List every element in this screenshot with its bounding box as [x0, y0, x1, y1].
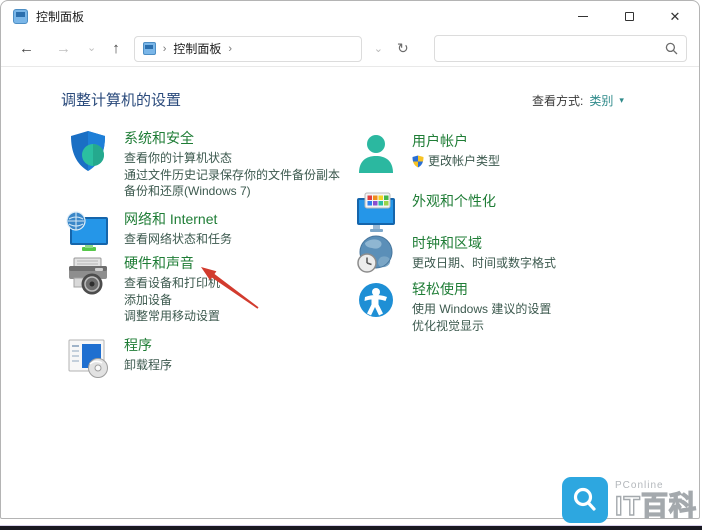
breadcrumb-control-panel-icon — [143, 42, 156, 55]
category-programs: 程序 卸载程序 — [65, 335, 172, 381]
titlebar[interactable]: 控制面板 ✕ — [1, 1, 699, 31]
user-icon[interactable] — [353, 131, 399, 177]
maximize-icon — [625, 12, 634, 21]
back-button[interactable]: ← — [19, 41, 34, 56]
breadcrumb-chevron-icon: › — [163, 43, 167, 55]
search-icon — [665, 42, 678, 55]
category-ease-of-access: 轻松使用 使用 Windows 建议的设置 优化视觉显示 — [353, 279, 551, 334]
breadcrumb[interactable]: › 控制面板 › — [134, 36, 362, 62]
toolbar-separator — [1, 66, 699, 67]
watermark-name: IT百科 — [615, 493, 697, 520]
minimize-button[interactable] — [560, 1, 606, 31]
category-title-user-accounts[interactable]: 用户帐户 — [412, 132, 500, 150]
window-title: 控制面板 — [36, 8, 84, 25]
maximize-button[interactable] — [606, 1, 652, 31]
recent-pages-dropdown-icon[interactable]: ⌄ — [87, 43, 96, 54]
control-panel-icon — [13, 9, 28, 24]
watermark-brand: PConline — [615, 481, 697, 491]
search-box[interactable] — [434, 35, 687, 62]
link-backup-restore-win7[interactable]: 备份和还原(Windows 7) — [124, 183, 340, 200]
link-change-account-type-label: 更改帐户类型 — [428, 153, 500, 170]
view-by-control: 查看方式: 类别 ▾ — [532, 92, 624, 109]
link-windows-suggested-settings[interactable]: 使用 Windows 建议的设置 — [412, 301, 551, 318]
forward-button[interactable]: → — [56, 41, 71, 56]
programs-icon[interactable] — [65, 335, 111, 381]
red-arrow-annotation — [198, 264, 266, 314]
security-shield-icon[interactable] — [65, 128, 111, 174]
category-appearance: 外观和个性化 — [353, 191, 496, 237]
category-title-clock-region[interactable]: 时钟和区域 — [412, 234, 556, 252]
screenshot-root: 控制面板 ✕ ← → ⌄ ↑ › 控制面板 › ⌄ ↻ — [0, 0, 702, 530]
link-view-network-status[interactable]: 查看网络状态和任务 — [124, 231, 232, 248]
category-system-security: 系统和安全 查看你的计算机状态 通过文件历史记录保存你的文件备份副本 备份和还原… — [65, 128, 340, 200]
control-panel-window: 控制面板 ✕ ← → ⌄ ↑ › 控制面板 › ⌄ ↻ — [0, 0, 700, 519]
personalization-icon[interactable] — [353, 191, 399, 237]
link-optimize-visual-display[interactable]: 优化视觉显示 — [412, 318, 551, 335]
address-history-dropdown-icon[interactable]: ⌄ — [374, 42, 383, 55]
link-change-account-type[interactable]: 更改帐户类型 — [412, 153, 500, 170]
up-button[interactable]: ↑ — [112, 41, 120, 56]
category-title-appearance[interactable]: 外观和个性化 — [412, 192, 496, 210]
category-title-programs[interactable]: 程序 — [124, 336, 172, 354]
clock-globe-icon[interactable] — [353, 233, 399, 279]
category-title-network-internet[interactable]: 网络和 Internet — [124, 210, 232, 228]
category-user-accounts: 用户帐户 更改帐户类型 — [353, 131, 500, 177]
category-network-internet: 网络和 Internet 查看网络状态和任务 — [65, 209, 232, 255]
category-title-system-security[interactable]: 系统和安全 — [124, 129, 340, 147]
view-by-label: 查看方式: — [532, 92, 583, 109]
printer-sound-icon[interactable] — [65, 253, 111, 299]
close-button[interactable]: ✕ — [652, 1, 698, 31]
category-hardware-sound: 硬件和声音 查看设备和打印机 添加设备 调整常用移动设置 — [65, 253, 220, 325]
category-title-ease-of-access[interactable]: 轻松使用 — [412, 280, 551, 298]
watermark: PConline IT百科 — [562, 477, 697, 523]
refresh-icon[interactable]: ↻ — [397, 40, 409, 57]
link-change-date-time-format[interactable]: 更改日期、时间或数字格式 — [412, 255, 556, 272]
uac-shield-icon — [412, 155, 424, 168]
accessibility-icon[interactable] — [353, 279, 399, 325]
search-input[interactable] — [435, 42, 665, 56]
link-view-computer-status[interactable]: 查看你的计算机状态 — [124, 150, 340, 167]
breadcrumb-item-control-panel[interactable]: 控制面板 — [173, 40, 221, 57]
watermark-magnifier-icon — [562, 477, 608, 523]
navigation-toolbar: ← → ⌄ ↑ › 控制面板 › ⌄ ↻ — [1, 31, 699, 66]
link-file-history-backup[interactable]: 通过文件历史记录保存你的文件备份副本 — [124, 167, 340, 184]
link-uninstall-program[interactable]: 卸载程序 — [124, 357, 172, 374]
network-monitor-icon[interactable] — [65, 209, 111, 255]
close-icon: ✕ — [670, 10, 681, 23]
category-clock-region: 时钟和区域 更改日期、时间或数字格式 — [353, 233, 556, 279]
breadcrumb-chevron-icon: › — [228, 43, 232, 55]
view-by-value[interactable]: 类别 — [589, 92, 613, 109]
window-controls: ✕ — [560, 1, 698, 31]
bottom-edge-bar — [0, 525, 702, 530]
minimize-icon — [578, 16, 588, 17]
page-title: 调整计算机的设置 — [61, 89, 181, 110]
view-by-caret-icon[interactable]: ▾ — [619, 95, 624, 106]
